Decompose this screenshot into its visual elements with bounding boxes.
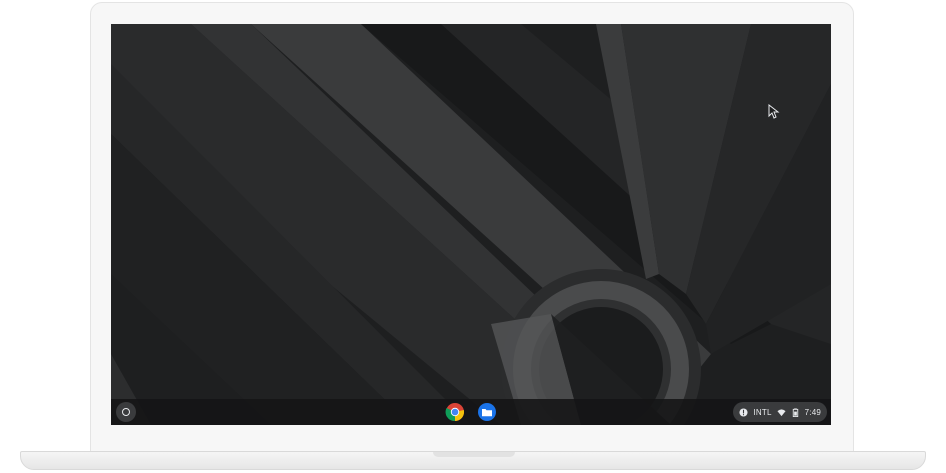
- status-tray[interactable]: INTL 7:49: [733, 402, 827, 422]
- launcher-button[interactable]: [116, 402, 136, 422]
- laptop-stage: INTL 7:49: [0, 0, 946, 473]
- clock-time: 7:49: [804, 407, 821, 417]
- battery-icon: [792, 407, 798, 417]
- mouse-pointer-icon: [768, 104, 780, 119]
- wifi-icon: [777, 408, 786, 416]
- chromeos-desktop[interactable]: INTL 7:49: [111, 24, 831, 425]
- info-icon: [739, 407, 749, 417]
- ime-indicator: INTL: [753, 407, 772, 417]
- laptop-base: [20, 451, 926, 470]
- desktop-wallpaper: [111, 24, 831, 425]
- chrome-icon[interactable]: [445, 402, 465, 422]
- shelf: INTL 7:49: [111, 399, 831, 425]
- launcher-circle-icon: [122, 408, 130, 416]
- laptop-hinge-notch: [433, 452, 515, 457]
- files-folder-icon[interactable]: [477, 402, 497, 422]
